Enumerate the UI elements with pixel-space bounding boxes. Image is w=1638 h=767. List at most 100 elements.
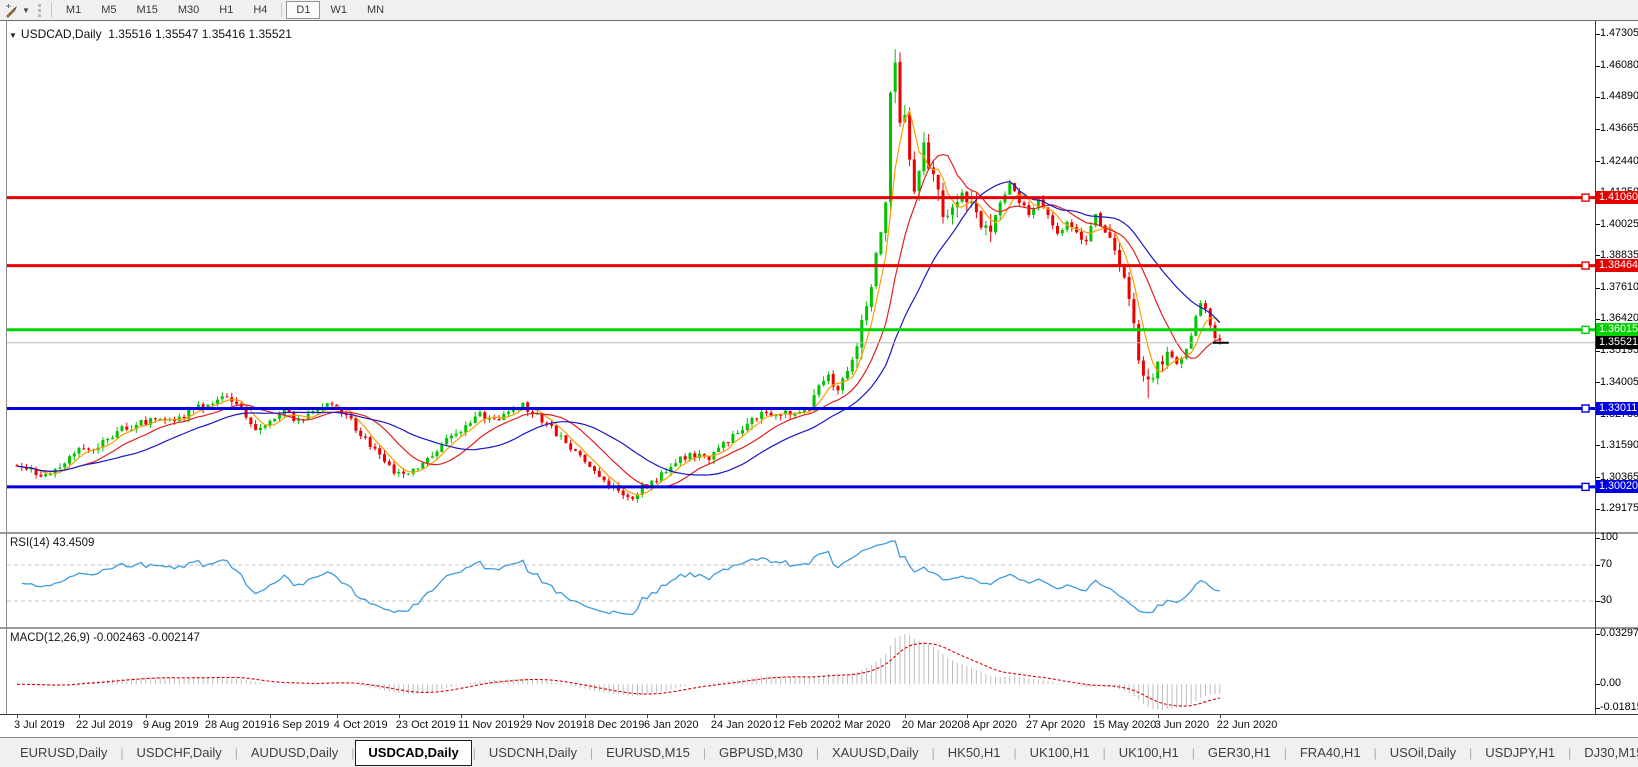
hline-price-badge: 1.41060 [1596, 190, 1638, 204]
chart-tab-usdcnh-daily[interactable]: USDCNH,Daily [477, 742, 589, 764]
time-axis[interactable]: 3 Jul 2019 22 Jul 2019 9 Aug 2019 28 Aug 20… [7, 714, 1595, 734]
toolbar-separator [281, 3, 283, 17]
date-label: 15 May 2020 [1092, 719, 1157, 731]
hline-price-badge: 1.36015 [1596, 322, 1638, 336]
rsi-panel-chart[interactable] [7, 534, 1595, 627]
chart-tabs: EURUSD,Daily | USDCHF,Daily | AUDUSD,Daily | U… [8, 739, 1638, 766]
timeframe-button-m30[interactable]: M30 [168, 1, 209, 19]
chart-tab-gbpusd-m30[interactable]: GBPUSD,M30 [707, 742, 815, 764]
price-tick-label: 1.37610 [1600, 281, 1638, 293]
toolbar-grip[interactable] [37, 3, 41, 17]
price-tick-label: 1.44890 [1600, 90, 1638, 103]
rsi-scale-label: 70 [1600, 558, 1613, 570]
macd-panel-chart[interactable] [7, 629, 1595, 714]
date-label: 3 Jun 2020 [1154, 719, 1210, 731]
date-tick-mark [398, 714, 400, 718]
date-label: 11 Nov 2019 [457, 719, 520, 731]
toolbar-separator [50, 3, 52, 17]
rsi-label: RSI(14) 43.4509 [10, 537, 95, 549]
macd-scale-label: 0.032972 [1600, 627, 1638, 639]
date-tick-mark [522, 714, 524, 718]
moving-average-5 [16, 108, 1221, 496]
date-tick-mark [775, 714, 777, 718]
date-tick-mark [207, 714, 209, 718]
chart-tab-fra40-h1[interactable]: FRA40,H1 [1288, 742, 1373, 764]
price-tick-label: 1.31590 [1600, 438, 1638, 451]
chart-tab-uk100-h1[interactable]: UK100,H1 [1107, 742, 1191, 764]
timeframe-button-h1[interactable]: H1 [209, 1, 243, 19]
price-tick-label: 1.47305 [1600, 27, 1638, 39]
date-label: 4 Oct 2019 [333, 719, 388, 731]
current-price-badge: 1.35521 [1596, 335, 1638, 349]
chart-tab-usdcad-daily[interactable]: USDCAD,Daily [355, 739, 472, 766]
timeframe-button-d1[interactable]: D1 [286, 1, 321, 19]
date-label: 22 Jun 2020 [1216, 719, 1278, 731]
price-tick-label: 1.46080 [1600, 59, 1638, 72]
timeframe-button-w1[interactable]: W1 [320, 1, 357, 19]
date-label: 18 Dec 2019 [582, 719, 645, 731]
chart-tab-uk100-h1[interactable]: UK100,H1 [1018, 742, 1102, 764]
candles-group [15, 49, 1222, 503]
date-tick-mark [585, 714, 586, 718]
date-label: 29 Nov 2019 [519, 719, 583, 731]
date-label: 16 Sep 2019 [267, 719, 330, 731]
date-tick-mark [1157, 714, 1159, 718]
date-label: 20 Mar 2020 [901, 719, 964, 731]
chart-tab-usoil-daily[interactable]: USOil,Daily [1378, 742, 1468, 764]
candlestick-chart[interactable] [7, 23, 1595, 532]
rsi-line [21, 540, 1220, 616]
date-label: 9 Aug 2019 [142, 719, 199, 731]
date-tick-mark [145, 714, 147, 718]
date-tick-mark [1219, 714, 1221, 718]
timeframe-button-m15[interactable]: M15 [126, 1, 167, 19]
date-label: 6 Jan 2020 [644, 719, 699, 731]
timeframe-button-mn[interactable]: MN [357, 1, 394, 19]
chart-tab-eurusd-daily[interactable]: EURUSD,Daily [8, 742, 119, 764]
price-axis[interactable]: 1.473051.460801.448901.436651.424401.412… [1596, 21, 1638, 714]
chart-window[interactable]: ▼ USDCAD,Daily 1.35516 1.35547 1.35416 1.… [0, 20, 1638, 738]
chart-tab-audusd-daily[interactable]: AUDUSD,Daily [239, 742, 350, 764]
chart-tab-eurusd-m15[interactable]: EURUSD,M15 [594, 742, 702, 764]
date-tick-mark [904, 714, 906, 718]
price-tick-label: 1.29175 [1600, 502, 1638, 514]
timeframe-button-group: M1 M5 M15 M30 H1 H4 D1 W1 MN [56, 1, 394, 19]
price-tick-label: 1.42440 [1600, 154, 1638, 167]
tool-dropdown-caret-icon[interactable]: ▼ [22, 6, 30, 15]
chart-tab-usdchf-daily[interactable]: USDCHF,Daily [125, 742, 234, 764]
chart-tab-ger30-h1[interactable]: GER30,H1 [1196, 742, 1283, 764]
hline-handle [1581, 325, 1590, 334]
top-toolbar: ▼ M1 M5 M15 M30 H1 H4 D1 W1 MN [0, 0, 1638, 21]
date-label: 28 Aug 2019 [204, 719, 267, 731]
hline-price-badge: 1.38464 [1596, 258, 1638, 272]
chart-tab-xauusd-daily[interactable]: XAUUSD,Daily [820, 742, 931, 764]
chart-tool-group[interactable]: ▼ [0, 3, 34, 18]
hline-price-badge: 1.30020 [1596, 479, 1638, 493]
timeframe-button-m1[interactable]: M1 [56, 1, 91, 19]
date-tick-mark [1028, 714, 1030, 718]
date-tick-mark [336, 714, 338, 718]
macd-label: MACD(12,26,9) -0.002463 -0.002147 [10, 632, 200, 644]
date-tick-mark [647, 714, 648, 718]
chart-tab-hk50-h1[interactable]: HK50,H1 [936, 742, 1013, 764]
chart-tab-bar: EURUSD,Daily | USDCHF,Daily | AUDUSD,Daily | U… [0, 737, 1638, 767]
timeframe-button-m5[interactable]: M5 [91, 1, 126, 19]
date-label: 22 Jul 2019 [76, 719, 133, 731]
date-tick-mark [713, 714, 715, 718]
hline-handle [1581, 193, 1590, 202]
date-label: 2 Mar 2020 [835, 719, 891, 731]
hline-price-badge: 1.33011 [1596, 401, 1638, 415]
date-tick-mark [1095, 714, 1097, 718]
macd-signal-line [17, 642, 1220, 707]
date-tick-mark [966, 714, 968, 718]
date-tick-mark [17, 714, 18, 718]
chart-tab-dj30-m15[interactable]: DJ30,M15 [1572, 742, 1638, 764]
rsi-scale-label: 30 [1600, 594, 1613, 606]
date-label: 27 Apr 2020 [1025, 719, 1086, 731]
timeframe-button-h4[interactable]: H4 [243, 1, 277, 19]
price-tick-label: 1.43665 [1600, 122, 1638, 135]
chart-tab-usdjpy-h1[interactable]: USDJPY,H1 [1473, 742, 1567, 764]
crosshair-tool-icon[interactable] [4, 3, 19, 18]
date-tick-mark [79, 714, 80, 718]
date-label: 23 Oct 2019 [395, 719, 456, 731]
price-tick-label: 1.40025 [1600, 217, 1638, 230]
